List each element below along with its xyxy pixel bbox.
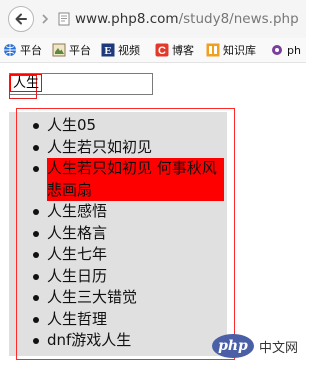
forward-dropdown-icon[interactable] — [38, 10, 52, 28]
url-host: www.php8.com — [75, 11, 179, 27]
bullet-icon — [33, 123, 39, 129]
bullet-icon — [33, 144, 39, 151]
knowledge-base-icon — [206, 43, 220, 57]
bookmark-item[interactable]: 知识库 — [206, 42, 256, 58]
bookmark-label: ph — [287, 43, 301, 57]
bookmark-item[interactable]: E 视频 — [101, 42, 140, 58]
suggestion-item[interactable]: 人生三大错觉 — [17, 287, 234, 309]
bullet-icon — [33, 166, 39, 172]
bookmark-label: 博客 — [172, 44, 194, 57]
php-logo: php — [211, 334, 254, 358]
suggestion-item[interactable]: 人生感悟 — [17, 201, 234, 223]
bullet-icon — [33, 209, 39, 215]
suggestion-item[interactable]: 人生05 — [17, 115, 234, 137]
suggestion-text: dnf游戏人生 — [47, 331, 132, 349]
suggestion-text: 人生三大错觉 — [47, 288, 138, 306]
suggestion-item[interactable]: 人生格言 — [17, 223, 234, 245]
page-info-icon[interactable] — [57, 12, 71, 26]
suggestion-text: 人生七年 — [47, 245, 108, 263]
e-logo-icon: E — [101, 43, 115, 57]
bookmark-item[interactable]: C 博客 — [155, 42, 194, 58]
svg-text:C: C — [158, 45, 166, 57]
bookmark-item[interactable]: 平台 — [52, 42, 91, 58]
suggestion-text: 人生若只如初见 — [47, 137, 153, 156]
bookmark-label: 知识库 — [223, 44, 256, 57]
globe-icon — [4, 44, 16, 56]
bullet-icon — [33, 230, 39, 237]
back-button[interactable] — [8, 6, 34, 32]
suggestion-item[interactable]: 人生日历 — [17, 266, 234, 288]
svg-text:E: E — [104, 45, 111, 57]
watermark-text: 中文网 — [258, 340, 298, 356]
suggestion-text: 人生感悟 — [47, 202, 108, 220]
suggestion-item[interactable]: 人生哲理 — [17, 309, 234, 331]
back-arrow-icon — [15, 13, 27, 25]
suggestion-item[interactable]: 人生若只如初见 何事秋风悲画扇 — [17, 158, 234, 201]
site-watermark: php 中文网 — [211, 334, 298, 358]
suggestion-item[interactable]: dnf游戏人生 — [17, 330, 234, 352]
gear-icon — [272, 45, 282, 55]
bookmark-label: 平台 — [20, 44, 42, 57]
bookmarks-bar: 平台 平台 E 视频 C 博客 知识库 ph — [0, 38, 306, 63]
bullet-icon — [33, 316, 39, 323]
suggestion-item[interactable]: 人生七年 — [17, 244, 234, 266]
url-path: /study8/news.php — [178, 11, 299, 27]
suggestion-item[interactable]: 人生若只如初见 — [17, 137, 234, 159]
suggestion-text: 人生格言 — [47, 223, 108, 242]
suggestion-text: 人生哲理 — [47, 309, 108, 328]
bookmark-item[interactable]: 平台 — [3, 42, 42, 58]
search-input-value[interactable]: 人生 — [10, 74, 43, 92]
c-logo-icon: C — [155, 43, 169, 57]
address-bar: www.php8.com/study8/news.php — [0, 0, 306, 39]
bullet-icon — [33, 273, 39, 280]
suggestion-text: 人生05 — [47, 116, 97, 134]
suggestion-list: 人生05 人生若只如初见人生若只如初见 何事秋风悲画扇 人生感悟人生格言人生七年人生… — [16, 108, 235, 360]
bullet-icon — [33, 295, 39, 301]
suggestion-text: 人生若只如初见 何事秋风悲画扇 — [47, 158, 224, 201]
bookmark-label: 视频 — [118, 44, 140, 57]
bullet-icon — [33, 252, 39, 258]
bookmark-page-icon — [52, 43, 66, 57]
suggestion-text: 人生日历 — [47, 266, 108, 285]
bullet-icon — [33, 338, 39, 344]
bookmark-label: 平台 — [69, 44, 91, 57]
bookmark-item[interactable]: ph — [270, 42, 301, 58]
url-field[interactable]: www.php8.com/study8/news.php — [75, 10, 299, 28]
